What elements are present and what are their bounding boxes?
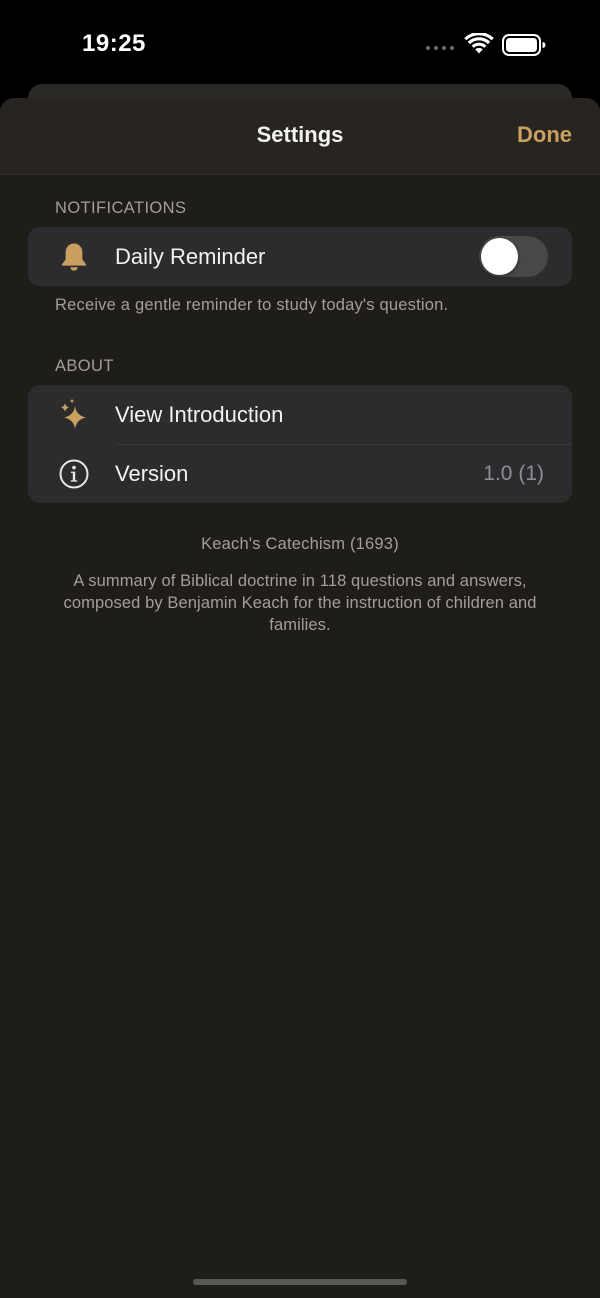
cellular-signal-icon <box>426 46 454 50</box>
battery-icon <box>502 34 546 56</box>
home-indicator <box>193 1279 407 1285</box>
info-circle-icon <box>58 458 90 490</box>
notifications-footer: Receive a gentle reminder to study today… <box>55 296 449 314</box>
settings-sheet: Settings Done NOTIFICATIONS Daily Remind… <box>0 98 600 1298</box>
daily-reminder-label: Daily Reminder <box>115 243 266 269</box>
daily-reminder-row: Daily Reminder <box>28 227 572 286</box>
daily-reminder-toggle[interactable] <box>479 236 548 277</box>
navigation-bar: Settings Done <box>0 98 600 175</box>
notifications-group: Daily Reminder <box>28 227 572 286</box>
toggle-knob <box>481 238 518 275</box>
done-button[interactable]: Done <box>517 122 572 148</box>
catechism-description: A summary of Biblical doctrine in 118 qu… <box>63 572 537 634</box>
sparkles-icon <box>58 398 90 431</box>
version-row: Version 1.0 (1) <box>28 444 572 503</box>
catechism-title: Keach's Catechism (1693) <box>201 535 399 553</box>
about-group: View Introduction Version 1.0 (1) <box>28 385 572 503</box>
wifi-icon <box>464 33 494 54</box>
view-introduction-row[interactable]: View Introduction <box>28 385 572 444</box>
notifications-section-header: NOTIFICATIONS <box>55 199 187 217</box>
version-label: Version <box>115 460 189 486</box>
settings-screen: 19:25 Settings Done NOTIFICATIONS Daily … <box>0 0 600 1298</box>
bell-icon <box>58 241 90 273</box>
page-title: Settings <box>256 122 344 147</box>
status-time: 19:25 <box>82 30 146 57</box>
version-value: 1.0 (1) <box>483 461 544 485</box>
about-section-header: ABOUT <box>55 357 114 375</box>
view-introduction-label: View Introduction <box>115 401 284 427</box>
